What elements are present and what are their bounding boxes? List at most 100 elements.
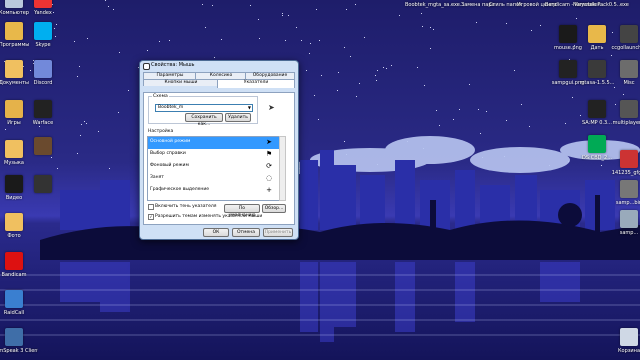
- desktop-icon[interactable]: RaidCall: [0, 290, 38, 316]
- app-icon: [620, 100, 638, 118]
- scheme-value: Boobtek_m: [158, 105, 184, 110]
- desktop-icon-label: Bandicam: [1, 272, 27, 278]
- cursor-preview-icon: ◌: [265, 174, 273, 182]
- desktop-icon-label[interactable]: Namutek Pack0.5..exe: [573, 2, 629, 8]
- app-icon: [34, 60, 52, 78]
- desktop-icon[interactable]: samp...bin: [605, 180, 640, 206]
- tab-wheel[interactable]: Колесико: [195, 72, 247, 79]
- mouse-icon: [143, 63, 150, 70]
- cancel-button[interactable]: Отмена: [232, 228, 260, 237]
- desktop-icon[interactable]: Discord: [19, 60, 67, 86]
- desktop-icon[interactable]: Warface: [19, 100, 67, 126]
- scheme-label: Схема: [152, 94, 169, 99]
- desktop-icon-label: TeamSpeak 3 Client: [0, 348, 38, 354]
- desktop-icon[interactable]: Misc: [605, 60, 640, 86]
- ok-button[interactable]: ОК: [203, 228, 229, 237]
- desktop-icon[interactable]: Yandex: [19, 0, 67, 16]
- list-item-label: Фоновый режим: [150, 163, 189, 168]
- themes-checkbox[interactable]: ✓: [148, 214, 154, 220]
- scheme-group: Схема Boobtek_m ▼ Сохранить как... Удали…: [148, 94, 258, 127]
- list-item[interactable]: Занят ◌: [148, 173, 279, 185]
- list-item-label: Графическое выделение: [150, 187, 210, 192]
- desktop-icon-label: Фото: [7, 233, 21, 239]
- desktop-icon-label[interactable]: gta_sa.exe...: [433, 2, 465, 8]
- desktop-icon[interactable]: Bandicam: [0, 252, 38, 278]
- pointers-panel: Схема Boobtek_m ▼ Сохранить как... Удали…: [143, 92, 295, 225]
- desktop: Компьютер Программы Документы Игры Музыка Вид…: [0, 0, 640, 360]
- app-icon: [34, 0, 52, 8]
- app-icon: [5, 252, 23, 270]
- delete-button[interactable]: Удалить: [225, 113, 251, 122]
- dialog-titlebar[interactable]: Свойства: Мышь: [140, 61, 298, 70]
- desktop-icon-label: Skype: [35, 42, 51, 48]
- desktop-icon[interactable]: [19, 137, 67, 157]
- desktop-icon-label: Warface: [32, 120, 54, 126]
- app-icon: [34, 22, 52, 40]
- pointer-preview: ➤: [268, 103, 275, 112]
- app-icon: [620, 210, 638, 228]
- list-item[interactable]: Графическое выделение +: [148, 185, 279, 197]
- cursor-preview-icon: ➤: [266, 138, 272, 146]
- app-icon: [620, 150, 638, 168]
- desktop-icon-label: samp...: [619, 230, 639, 236]
- tab-hardware[interactable]: Оборудование: [245, 72, 295, 79]
- cursor-preview-icon: ⟳: [266, 162, 272, 170]
- shadow-label: Включить тень указателя: [155, 204, 217, 209]
- app-icon: [620, 60, 638, 78]
- list-item-label: Занят: [150, 175, 164, 180]
- app-icon: [5, 290, 23, 308]
- list-item[interactable]: Выбор справки ⚑: [148, 149, 279, 161]
- app-icon: [34, 175, 52, 193]
- themes-label: Разрешить темам изменять указатели мыши: [155, 214, 263, 219]
- scheme-combobox[interactable]: Boobtek_m ▼: [155, 104, 253, 112]
- desktop-icon-label[interactable]: Boobtek_m: [405, 2, 433, 8]
- apply-button[interactable]: Применить: [263, 228, 293, 237]
- desktop-icon-label: Discord: [33, 80, 53, 86]
- desktop-icon[interactable]: ccgollauncher: [605, 25, 640, 51]
- browse-button[interactable]: Обзор...: [262, 204, 286, 213]
- save-as-button[interactable]: Сохранить как...: [185, 113, 223, 127]
- desktop-icon[interactable]: 141235_gfg...: [605, 150, 640, 176]
- desktop-icon[interactable]: samp...: [605, 210, 640, 236]
- desktop-icon[interactable]: Skype: [19, 22, 67, 48]
- app-icon: [588, 60, 606, 78]
- list-item-label: Выбор справки: [150, 151, 186, 156]
- app-icon: [5, 328, 23, 346]
- dialog-title: Свойства: Мышь: [151, 62, 195, 68]
- city-skyline-wallpaper: [0, 136, 640, 342]
- desktop-icon[interactable]: [19, 175, 67, 195]
- chevron-down-icon[interactable]: ▼: [248, 105, 251, 111]
- desktop-icon-label: RaidCall: [3, 310, 25, 316]
- desktop-icon-label: 141235_gfg...: [611, 170, 640, 176]
- tab-pointers[interactable]: Указатели: [217, 79, 295, 88]
- shadow-checkbox[interactable]: [148, 204, 154, 210]
- tab-pointer-options[interactable]: Параметры указателя: [143, 72, 197, 84]
- desktop-icon[interactable]: Корзина: [605, 328, 640, 354]
- app-icon: [588, 25, 606, 43]
- desktop-icon[interactable]: TeamSpeak 3 Client: [0, 328, 38, 354]
- use-default-button[interactable]: По умолчанию: [224, 204, 260, 218]
- app-icon: [620, 328, 638, 346]
- desktop-icon-label: samp...bin: [615, 200, 640, 206]
- cursor-preview-icon: ⚑: [265, 150, 273, 158]
- desktop-icon[interactable]: multiplayer...: [605, 100, 640, 126]
- desktop-icon-label: ccgollauncher: [611, 45, 640, 51]
- desktop-icon[interactable]: Фото: [0, 213, 38, 239]
- desktop-icon-label: Музыка: [4, 160, 24, 166]
- cursor-list[interactable]: Основной режим ➤ Выбор справки ⚑ Фоновый реж…: [147, 136, 280, 201]
- tab-buttons[interactable]: Кнопки мыши: [143, 79, 219, 86]
- list-item[interactable]: Фоновый режим ⟳: [148, 161, 279, 173]
- app-icon: [588, 135, 606, 153]
- customize-label: Настройка: [147, 129, 175, 134]
- list-item[interactable]: Основной режим ➤: [148, 137, 279, 149]
- app-icon: [620, 180, 638, 198]
- list-item-label: Основной режим: [150, 139, 191, 144]
- mouse-properties-dialog: Свойства: Мышь Параметры указателя Колес…: [139, 60, 299, 240]
- desktop-icon-label: Yandex: [34, 10, 52, 16]
- desktop-icon-label: Корзина: [617, 348, 640, 354]
- app-icon: [620, 25, 638, 43]
- app-icon: [5, 213, 23, 231]
- cursor-preview-icon: +: [266, 186, 272, 194]
- list-scrollbar[interactable]: [279, 136, 286, 201]
- desktop-icon-label: multiplayer...: [612, 120, 640, 126]
